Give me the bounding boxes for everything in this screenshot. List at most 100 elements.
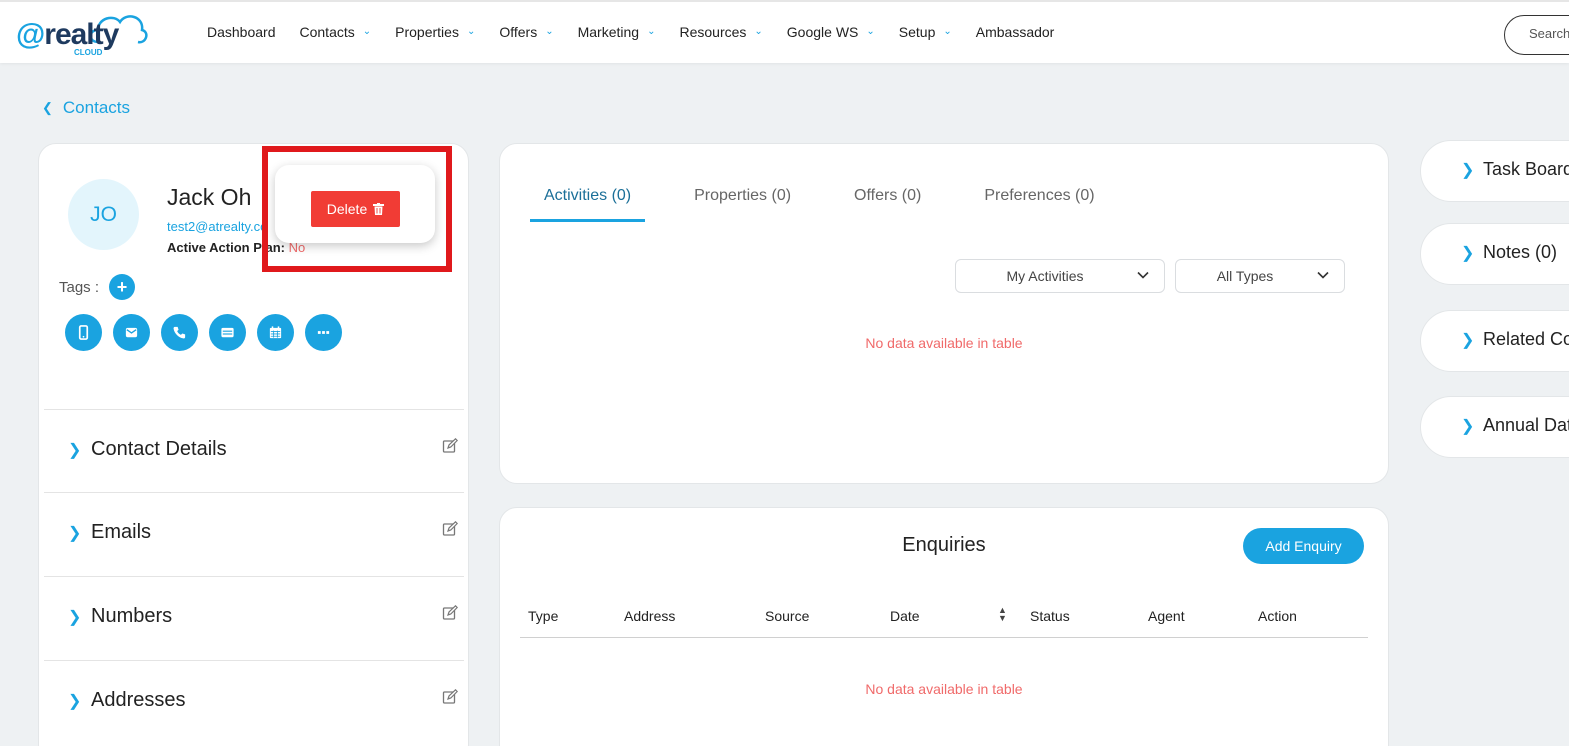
mobile-icon	[78, 325, 89, 340]
nav-resources[interactable]: Resources ⌄	[679, 24, 762, 40]
panel-related-contacts[interactable]: ❯ Related Co	[1420, 310, 1569, 372]
annotation-highlight-box	[262, 146, 452, 272]
mobile-button[interactable]	[65, 314, 102, 351]
nav-label: Contacts	[299, 24, 355, 40]
back-to-contacts-link[interactable]: ❮ Contacts	[42, 98, 130, 118]
section-label: Contact Details	[91, 438, 227, 460]
sort-icon[interactable]: ▲ ▼	[998, 606, 1007, 623]
section-numbers[interactable]: ❯ Numbers	[44, 576, 464, 659]
add-enquiry-button[interactable]: Add Enquiry	[1243, 528, 1364, 564]
nav-label: Dashboard	[207, 24, 276, 40]
nav-label: Setup	[898, 24, 936, 40]
chevron-right-icon: ❯	[1461, 162, 1475, 179]
quick-actions	[65, 314, 353, 351]
enquiries-table-header: Type Address Source Date ▲ ▼ Status Agent…	[520, 600, 1368, 638]
chevron-down-icon: ⌄	[943, 25, 952, 37]
enquiries-empty-message: No data available in table	[865, 681, 1023, 697]
nav-label: Google WS	[786, 24, 859, 40]
contact-name: Jack Oh	[167, 184, 252, 210]
nav-contacts[interactable]: Contacts ⌄	[300, 24, 372, 40]
app-logo[interactable]: @realty CLOUD	[14, 8, 148, 60]
nav-ambassador[interactable]: Ambassador	[976, 24, 1055, 40]
edit-icon[interactable]	[442, 689, 458, 705]
column-header-address[interactable]: Address	[624, 608, 675, 624]
panel-label: Notes (0)	[1483, 242, 1558, 262]
calendar-button[interactable]	[257, 314, 294, 351]
panel-label: Task Board	[1483, 159, 1569, 179]
avatar: JO	[68, 179, 139, 250]
activity-tabs: Activities (0) Properties (0) Offers (0) Pr…	[530, 184, 1144, 222]
column-header-type[interactable]: Type	[528, 608, 558, 624]
message-card-icon	[221, 327, 234, 338]
nav-label: Resources	[679, 24, 747, 40]
chevron-right-icon: ❯	[1461, 332, 1475, 349]
tab-offers[interactable]: Offers (0)	[840, 184, 935, 222]
section-label: Emails	[91, 521, 152, 543]
section-label: Addresses	[91, 689, 186, 711]
section-emails[interactable]: ❯ Emails	[44, 492, 464, 575]
activities-empty-message: No data available in table	[865, 335, 1023, 351]
ellipsis-icon	[317, 331, 330, 334]
nav-label: Offers	[499, 24, 538, 40]
chevron-down-icon: ⌄	[754, 25, 763, 37]
panel-task-board[interactable]: ❯ Task Board	[1420, 140, 1569, 202]
activities-card: Activities (0) Properties (0) Offers (0) Pr…	[499, 143, 1389, 484]
activity-type-select[interactable]: All Types	[1175, 259, 1345, 293]
search-input[interactable]: Search	[1504, 15, 1569, 55]
main-nav: Dashboard Contacts ⌄ Properties ⌄ Offers ⌄ Mark…	[207, 24, 1078, 40]
sms-button[interactable]	[209, 314, 246, 351]
chevron-right-icon: ❯	[1461, 418, 1475, 435]
nav-google-ws[interactable]: Google WS ⌄	[787, 24, 875, 40]
activity-owner-select[interactable]: My Activities	[955, 259, 1165, 293]
chevron-down-icon: ⌄	[647, 25, 656, 37]
email-button[interactable]	[113, 314, 150, 351]
tab-activities[interactable]: Activities (0)	[530, 184, 646, 222]
column-header-date[interactable]: Date	[890, 608, 920, 624]
logo-subtext: CLOUD	[74, 48, 103, 57]
panel-label: Annual Dat	[1483, 415, 1569, 435]
nav-dashboard[interactable]: Dashboard	[207, 24, 276, 40]
add-tag-button[interactable]: +	[109, 274, 136, 300]
section-label: Numbers	[91, 605, 173, 627]
nav-marketing[interactable]: Marketing ⌄	[578, 24, 656, 40]
nav-label: Marketing	[577, 24, 640, 40]
nav-label: Ambassador	[975, 24, 1055, 40]
top-navbar: @realty CLOUD Dashboard Contacts ⌄ Properti…	[0, 0, 1569, 63]
chevron-down-icon	[1317, 271, 1329, 279]
column-header-action[interactable]: Action	[1258, 608, 1297, 624]
chevron-down-icon: ⌄	[545, 25, 554, 37]
panel-annual-dates[interactable]: ❯ Annual Dat	[1420, 396, 1569, 458]
panel-notes[interactable]: ❯ Notes (0)	[1420, 223, 1569, 285]
chevron-right-icon: ❯	[68, 442, 82, 459]
column-header-source[interactable]: Source	[765, 608, 809, 624]
more-actions-button[interactable]	[305, 314, 342, 351]
activity-owner-value: My Activities	[1006, 268, 1084, 284]
envelope-icon	[125, 327, 138, 338]
nav-label: Properties	[395, 24, 459, 40]
calendar-icon	[269, 326, 282, 339]
chevron-down-icon	[1137, 271, 1149, 279]
tags-row: Tags : +	[59, 274, 136, 300]
edit-icon[interactable]	[442, 605, 458, 621]
chevron-left-icon: ❮	[42, 100, 53, 115]
column-header-agent[interactable]: Agent	[1148, 608, 1185, 624]
tab-properties[interactable]: Properties (0)	[680, 184, 805, 222]
contact-email-link[interactable]: test2@atrealty.co	[167, 219, 267, 234]
edit-icon[interactable]	[442, 438, 458, 454]
column-header-status[interactable]: Status	[1030, 608, 1070, 624]
chevron-down-icon: ⌄	[362, 25, 372, 37]
phone-icon	[173, 326, 186, 339]
chevron-right-icon: ❯	[68, 609, 82, 626]
tab-preferences[interactable]: Preferences (0)	[970, 184, 1108, 222]
call-button[interactable]	[161, 314, 198, 351]
nav-setup[interactable]: Setup ⌄	[899, 24, 952, 40]
edit-icon[interactable]	[442, 521, 458, 537]
section-contact-details[interactable]: ❯ Contact Details	[44, 409, 464, 492]
chevron-right-icon: ❯	[68, 693, 82, 710]
panel-label: Related Co	[1483, 329, 1569, 349]
section-addresses[interactable]: ❯ Addresses	[44, 660, 464, 743]
nav-offers[interactable]: Offers ⌄	[499, 24, 553, 40]
nav-properties[interactable]: Properties ⌄	[395, 24, 475, 40]
chevron-down-icon: ⌄	[466, 25, 476, 37]
tags-label: Tags :	[59, 278, 100, 296]
